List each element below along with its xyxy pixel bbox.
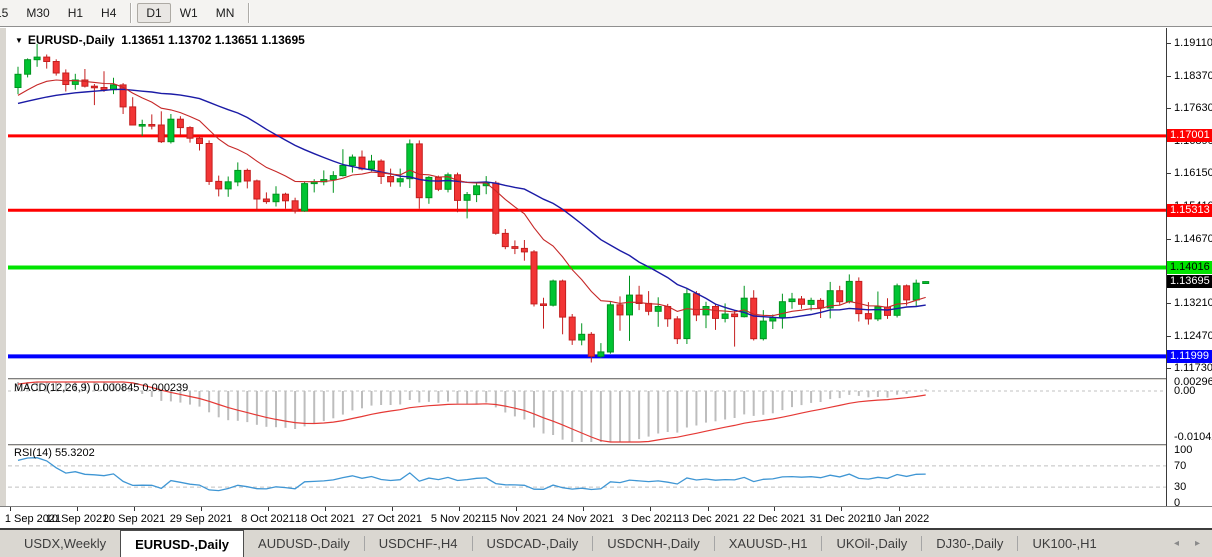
rsi-line [18, 458, 926, 491]
timeframe-toolbar: 15M30H1H4 D1W1MN [0, 0, 1212, 27]
y-axis-tick [1167, 239, 1171, 240]
x-axis-label: 22 Dec 2021 [743, 513, 805, 525]
rsi-indicator-label: RSI(14) 55.3202 [14, 447, 95, 459]
y-axis-tick [1167, 368, 1171, 369]
y-axis-label: 1.13210 [1174, 297, 1212, 310]
x-axis-tick [10, 507, 11, 511]
timeframe-button-d1[interactable]: D1 [137, 3, 170, 23]
symbol-dropdown-icon[interactable]: ▼ [15, 36, 23, 45]
rsi-axis-label: 70 [1174, 460, 1186, 473]
tab-scroll-left-icon[interactable]: ◂ [1174, 538, 1179, 549]
tab-usdcnh-daily[interactable]: USDCNH-,Daily [593, 530, 713, 557]
timeframe-button-h4[interactable]: H4 [92, 3, 125, 23]
timeframe-button-15[interactable]: 15 [0, 3, 17, 23]
x-axis-label: 18 Oct 2021 [295, 513, 355, 525]
x-axis-tick [774, 507, 775, 511]
timeframe-button-h1[interactable]: H1 [59, 3, 92, 23]
x-axis-tick [392, 507, 393, 511]
x-axis-tick [77, 507, 78, 511]
y-axis-tick [1167, 303, 1171, 304]
y-axis-label: 1.17630 [1174, 102, 1212, 115]
x-axis-tick [459, 507, 460, 511]
x-axis-tick [516, 507, 517, 511]
x-axis-label: 10 Jan 2022 [869, 513, 930, 525]
rsi-axis-label: 30 [1174, 481, 1186, 494]
level-price-tag: 1.15313 [1167, 204, 1212, 217]
x-axis-label: 10 Sep 2021 [46, 513, 108, 525]
x-axis-label: 15 Nov 2021 [485, 513, 547, 525]
y-axis-tick [1167, 108, 1171, 109]
y-axis-label: 1.14670 [1174, 233, 1212, 246]
macd-indicator-label: MACD(12,26,9) 0.000845 0.000239 [14, 382, 188, 394]
chart-symbol-label: EURUSD-,Daily [28, 33, 115, 47]
y-axis-label: 1.16150 [1174, 167, 1212, 180]
chart-ohlc-quotes: 1.13651 1.13702 1.13651 1.13695 [121, 33, 305, 47]
timeframe-button-w1[interactable]: W1 [171, 3, 207, 23]
x-axis-label: 20 Sep 2021 [103, 513, 165, 525]
y-axis-tick [1167, 43, 1171, 44]
x-axis-tick [268, 507, 269, 511]
y-axis-tick [1167, 336, 1171, 337]
x-axis-label: 31 Dec 2021 [810, 513, 872, 525]
x-axis-tick [841, 507, 842, 511]
x-axis-label: 5 Nov 2021 [431, 513, 487, 525]
x-axis-tick [201, 507, 202, 511]
ma-fast-line [18, 80, 926, 316]
x-axis-tick [650, 507, 651, 511]
price-scale[interactable]: 1.191101.183701.176301.168901.161501.154… [1166, 28, 1212, 506]
tab-uk100-h1[interactable]: UK100-,H1 [1018, 530, 1110, 557]
x-axis-label: 8 Oct 2021 [241, 513, 295, 525]
tab-usdcad-daily[interactable]: USDCAD-,Daily [473, 530, 593, 557]
tab-audusd-daily[interactable]: AUDUSD-,Daily [244, 530, 364, 557]
y-axis-label: 1.11730 [1174, 362, 1212, 375]
ma-slow-line [18, 89, 926, 318]
x-axis-tick [708, 507, 709, 511]
tab-ukoil-daily[interactable]: UKOil-,Daily [822, 530, 921, 557]
y-axis-tick [1167, 76, 1171, 77]
macd-axis-label: 0.00 [1174, 385, 1195, 398]
x-axis-label: 13 Dec 2021 [677, 513, 739, 525]
chart-title: ▼ EURUSD-,Daily 1.13651 1.13702 1.13651 1… [15, 33, 305, 47]
current-price-tag: 1.13695 [1167, 275, 1212, 288]
timeframe-button-m30[interactable]: M30 [17, 3, 58, 23]
price-chart-pane[interactable] [8, 28, 1166, 378]
tab-dj30-daily[interactable]: DJ30-,Daily [922, 530, 1017, 557]
y-axis-label: 1.12470 [1174, 330, 1212, 343]
rsi-axis-label: 100 [1174, 444, 1192, 457]
x-axis-tick [134, 507, 135, 511]
level-price-tag: 1.11999 [1167, 350, 1212, 363]
x-axis-label: 3 Dec 2021 [622, 513, 678, 525]
tab-usdx-weekly[interactable]: USDX,Weekly [10, 530, 120, 557]
x-axis-label: 29 Sep 2021 [170, 513, 232, 525]
y-axis-label: 1.19110 [1174, 37, 1212, 50]
x-axis-label: 24 Nov 2021 [552, 513, 614, 525]
y-axis-label: 1.18370 [1174, 70, 1212, 83]
chart-tab-bar: USDX,WeeklyEURUSD-,DailyAUDUSD-,DailyUSD… [0, 528, 1212, 557]
y-axis-tick [1167, 173, 1171, 174]
x-axis-label: 27 Oct 2021 [362, 513, 422, 525]
tab-eurusd-daily[interactable]: EURUSD-,Daily [120, 530, 244, 557]
rsi-axis-label: 0 [1174, 497, 1180, 510]
x-axis-tick [325, 507, 326, 511]
tab-usdchf-h4[interactable]: USDCHF-,H4 [365, 530, 472, 557]
timeframe-button-mn[interactable]: MN [207, 3, 244, 23]
time-scale[interactable]: 1 Sep 202110 Sep 202120 Sep 202129 Sep 2… [0, 506, 1212, 528]
toolbar-separator [130, 3, 132, 23]
level-price-tag: 1.14016 [1167, 261, 1212, 274]
tab-scroll-right-icon[interactable]: ▸ [1195, 538, 1200, 549]
rsi-pane[interactable] [8, 446, 1166, 506]
x-axis-tick [899, 507, 900, 511]
level-price-tag: 1.17001 [1167, 129, 1212, 142]
tab-xauusd-h1[interactable]: XAUUSD-,H1 [715, 530, 822, 557]
toolbar-separator [248, 3, 250, 23]
macd-axis-label: -0.010422 [1174, 431, 1212, 444]
x-axis-tick [583, 507, 584, 511]
